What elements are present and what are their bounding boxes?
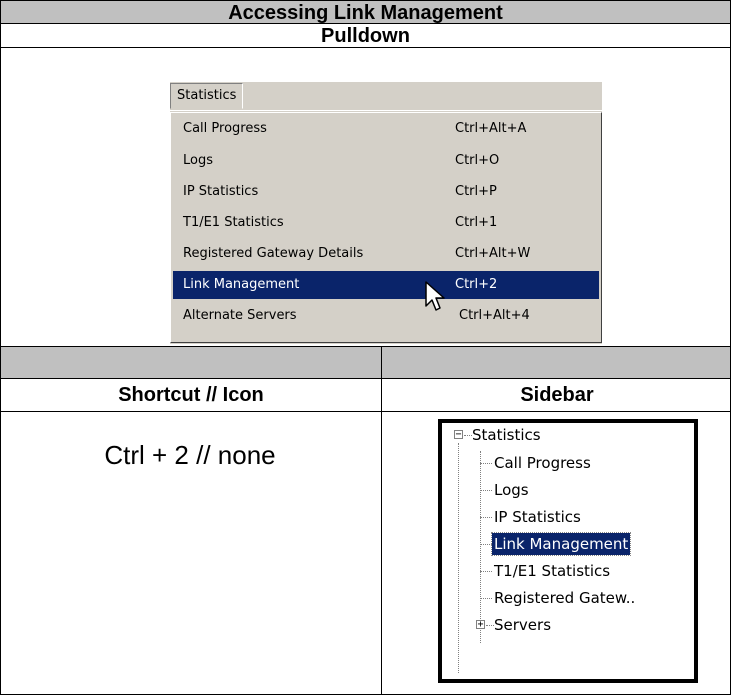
collapse-box-icon[interactable]: − (454, 430, 463, 440)
tree-connector (480, 571, 492, 572)
sidebar-column-header: Sidebar (520, 384, 594, 406)
page-title: Accessing Link Management (228, 2, 503, 24)
menu-item-call-progress[interactable]: Call Progress Ctrl+Alt+A (173, 115, 599, 143)
tree-node-statistics[interactable]: Statistics (472, 424, 541, 446)
subtitle-row: Pulldown (0, 23, 731, 48)
menu-item-label: IP Statistics (183, 184, 259, 199)
tree-connector (464, 435, 472, 436)
expand-box-icon[interactable]: + (476, 620, 485, 630)
column-divider (381, 412, 382, 694)
title-row: Accessing Link Management (0, 0, 731, 24)
tree-guide-line (480, 451, 481, 643)
menu-item-label: T1/E1 Statistics (183, 215, 284, 230)
menu-item-link-management[interactable]: Link Management Ctrl+2 (173, 271, 599, 299)
tree-node-registered-gateway[interactable]: Registered Gatew.. (494, 587, 635, 609)
statistics-pulldown-menu: Statistics Call Progress Ctrl+Alt+A Logs… (170, 82, 602, 344)
menu-item-shortcut: Ctrl+Alt+A (455, 121, 527, 136)
menu-item-label: Registered Gateway Details (183, 246, 364, 261)
tree-guide-line (458, 443, 459, 673)
tree-node-servers[interactable]: Servers (494, 614, 551, 636)
tree-connector (480, 517, 492, 518)
menu-item-shortcut: Ctrl+1 (455, 215, 498, 230)
tree-connector (480, 598, 492, 599)
menu-item-label: Call Progress (183, 121, 267, 136)
mouse-pointer-icon (425, 281, 445, 311)
menu-bar: Statistics (170, 82, 602, 110)
tree-node-link-management[interactable]: Link Management (490, 532, 632, 556)
tree-connector (480, 490, 492, 491)
menu-item-shortcut: Ctrl+Alt+W (455, 246, 531, 261)
column-divider (381, 347, 382, 379)
tree-node-ip-statistics[interactable]: IP Statistics (494, 506, 581, 528)
menu-item-t1e1-statistics[interactable]: T1/E1 Statistics Ctrl+1 (173, 209, 599, 237)
menu-item-logs[interactable]: Logs Ctrl+O (173, 147, 599, 175)
tree-node-logs[interactable]: Logs (494, 479, 529, 501)
tree-node-call-progress[interactable]: Call Progress (494, 452, 591, 474)
menu-item-registered-gateway-details[interactable]: Registered Gateway Details Ctrl+Alt+W (173, 240, 599, 268)
menu-item-alternate-servers[interactable]: Alternate Servers Ctrl+Alt+4 (173, 302, 599, 330)
menu-item-shortcut: Ctrl+Alt+4 (459, 308, 530, 323)
section-subtitle: Pulldown (321, 25, 410, 47)
grey-spacer-row (0, 346, 731, 379)
menu-item-ip-statistics[interactable]: IP Statistics Ctrl+P (173, 178, 599, 206)
dropdown-list: Call Progress Ctrl+Alt+A Logs Ctrl+O IP … (170, 112, 602, 343)
menu-item-label: Logs (183, 153, 213, 168)
tree-connector (486, 625, 494, 626)
sidebar-tree-screenshot: − Statistics Call Progress Logs IP Stati… (438, 419, 698, 683)
tree-node-t1e1-statistics[interactable]: T1/E1 Statistics (494, 560, 610, 582)
menubar-divider (170, 110, 602, 111)
tree-connector (480, 544, 492, 545)
menu-item-label: Alternate Servers (183, 308, 297, 323)
tree-connector (480, 463, 492, 464)
shortcut-value: Ctrl + 2 // none (104, 440, 276, 470)
menu-item-shortcut: Ctrl+2 (455, 277, 498, 292)
menu-item-shortcut: Ctrl+P (455, 184, 497, 199)
shortcut-column-header: Shortcut // Icon (118, 384, 264, 406)
column-header-row: Shortcut // Icon Sidebar (0, 378, 731, 412)
menu-item-shortcut: Ctrl+O (455, 153, 500, 168)
statistics-menu-title[interactable]: Statistics (170, 83, 244, 109)
menu-item-label: Link Management (183, 277, 300, 292)
